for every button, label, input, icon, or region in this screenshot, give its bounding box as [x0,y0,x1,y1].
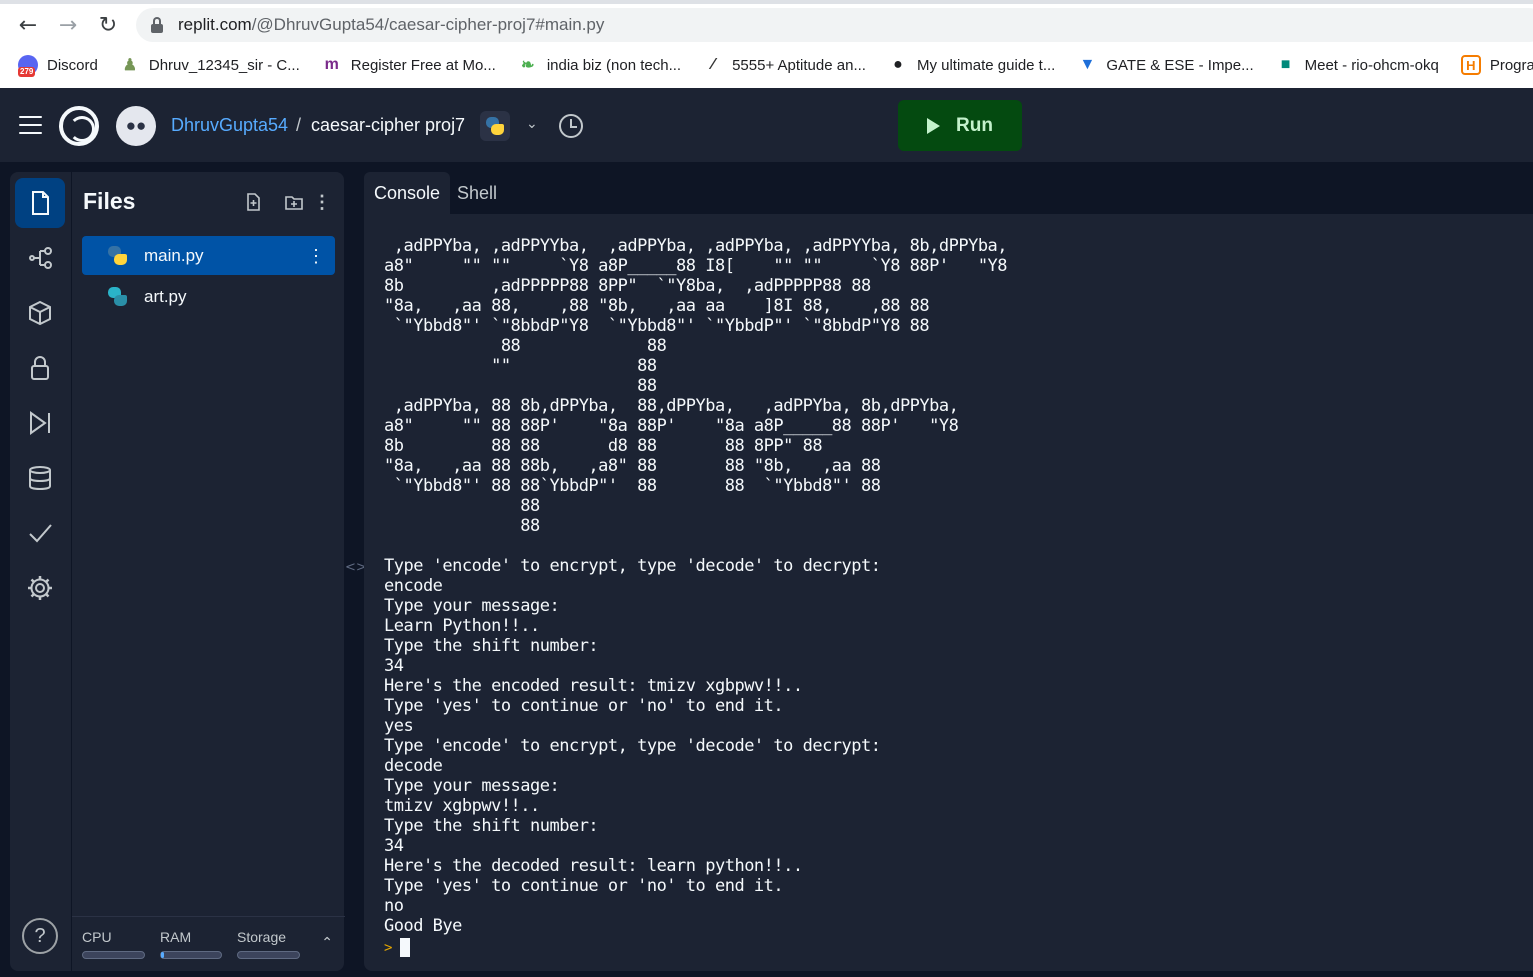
git-branch-icon [29,247,52,269]
owner-link[interactable]: DhruvGupta54 [171,115,288,136]
bookmark-1[interactable]: ♟ Dhruv_12345_sir - C... [120,55,300,75]
bookmark-2[interactable]: m Register Free at Mo... [322,55,496,75]
console-tabs: Console Shell [364,172,1533,214]
reload-icon[interactable]: ↻ [94,11,122,39]
new-file-icon[interactable] [242,191,264,213]
console-pane[interactable]: ,adPPYba, ,adPPYYba, ,adPPYba, ,adPPYba,… [364,214,1533,971]
file-name: art.py [144,286,187,306]
console-prompt[interactable]: > [384,938,411,957]
python-file-icon [108,246,127,265]
back-arrow-icon[interactable]: ← [14,11,42,39]
avatar[interactable]: ●● [116,106,156,146]
files-tool-button[interactable] [15,178,65,228]
console-output: ,adPPYba, ,adPPYYba, ,adPPYba, ,adPPYba,… [384,236,1008,936]
tab-console[interactable]: Console [364,172,451,214]
bookmark-0[interactable]: 279 Discord [18,55,98,77]
bookmark-label: Dhruv_12345_sir - C... [148,56,300,74]
chevron-up-icon[interactable]: ⌃ [321,935,333,951]
bookmark-label: Programm [1489,56,1533,74]
file-item-main-py[interactable]: main.py ⋮ [82,236,335,275]
bookmark-3[interactable]: ❧ india biz (non tech... [518,55,681,75]
breadcrumb-separator: / [296,115,302,135]
version-control-tool-button[interactable] [15,233,65,283]
file-menu-icon[interactable]: ⋮ [307,246,325,267]
tool-rail: ? [10,172,71,971]
ram-label: RAM [160,929,192,945]
play-icon [927,117,941,134]
packages-tool-button[interactable] [15,288,65,338]
prompt-chevron-icon: > [384,939,393,956]
bookmark-label: Register Free at Mo... [350,56,496,74]
tab-strip-edge [0,0,1533,4]
run-button-label: Run [956,114,993,136]
database-tool-button[interactable] [15,453,65,503]
chevron-down-icon[interactable]: ⌄ [526,116,538,132]
run-button[interactable]: Run [898,100,1022,151]
tab-shell[interactable]: Shell [447,172,507,214]
python-file-icon [108,287,127,306]
new-folder-icon[interactable] [283,191,305,213]
python-icon[interactable] [480,111,510,141]
repl-title[interactable]: caesar-cipher proj7 [311,115,465,136]
bookmark-label: Discord [47,56,98,74]
bookmark-5[interactable]: ● My ultimate guide t... [888,55,1055,75]
gear-icon [28,576,52,600]
cpu-meter [82,951,145,959]
cpu-label: CPU [82,929,112,945]
settings-tool-button[interactable] [15,563,65,613]
history-icon[interactable] [559,114,583,138]
m-logo-icon: m [324,56,339,73]
storage-meter [237,951,300,959]
bookmark-6[interactable]: ▼ GATE & ESE - Impe... [1077,55,1253,75]
resource-usage[interactable]: CPU RAM Storage ⌃ [72,916,345,971]
url-path: /@DhruvGupta54/caesar-cipher-proj7#main.… [251,15,605,34]
files-icon [32,191,49,215]
text-cursor [400,938,411,957]
bookmark-label: 5555+ Aptitude an... [732,56,866,74]
bookmark-4[interactable]: ⁄ 5555+ Aptitude an... [703,55,866,75]
storage-label: Storage [237,929,287,945]
lock-icon [31,356,49,380]
h-logo-icon: H [1460,55,1481,75]
indiabix-icon: ⁄ [711,56,715,73]
files-panel: Files ⋮ main.py ⋮ art.py CPU RAM Storage… [71,172,345,971]
debugger-tool-button[interactable] [15,398,65,448]
hamburger-menu-icon[interactable] [19,116,42,134]
notification-badge: 279 [18,67,36,77]
secrets-tool-button[interactable] [15,343,65,393]
bookmark-label: My ultimate guide t... [916,56,1056,74]
bookmark-8[interactable]: H Programm [1460,55,1533,75]
database-icon [29,466,51,491]
globe-icon: ● [893,56,903,73]
unit-tests-tool-button[interactable] [15,508,65,558]
bookmark-label: india biz (non tech... [546,56,682,74]
file-name: main.py [144,245,204,265]
bookmarks-bar: 279 Discord ♟ Dhruv_12345_sir - C... m Regist… [0,50,1533,80]
bookmark-7[interactable]: ■ Meet - rio-ohcm-okq [1276,55,1439,75]
url-host: replit.com [178,15,252,34]
google-meet-icon: ■ [1280,56,1291,73]
files-panel-title: Files [83,188,136,214]
file-item-art-py[interactable]: art.py [82,277,335,316]
discord-icon: 279 [18,55,38,77]
browser-chrome: ← → ↻ replit.com/@DhruvGupta54/caesar-ci… [0,0,1533,88]
forward-arrow-icon[interactable]: → [54,11,82,39]
address-bar[interactable]: replit.com/@DhruvGupta54/caesar-cipher-p… [136,8,1533,42]
package-cube-icon [29,300,51,326]
help-button[interactable]: ? [22,918,58,954]
ram-meter [160,951,222,959]
workspace-header: ●● DhruvGupta54 / caesar-cipher proj7 ⌄ … [0,88,1533,162]
lock-icon [150,17,164,33]
replit-logo-icon[interactable] [59,106,99,146]
grasshopper-icon: ❧ [521,57,535,74]
bookmark-label: Meet - rio-ohcm-okq [1304,56,1439,74]
url-text: replit.com/@DhruvGupta54/caesar-cipher-p… [178,15,604,35]
check-icon [29,524,52,543]
bookmark-label: GATE & ESE - Impe... [1106,56,1254,74]
gate-icon: ▼ [1079,56,1096,73]
chess-pawn-icon: ♟ [122,57,138,74]
more-options-icon[interactable]: ⋮ [311,191,333,213]
debugger-icon [30,411,50,435]
